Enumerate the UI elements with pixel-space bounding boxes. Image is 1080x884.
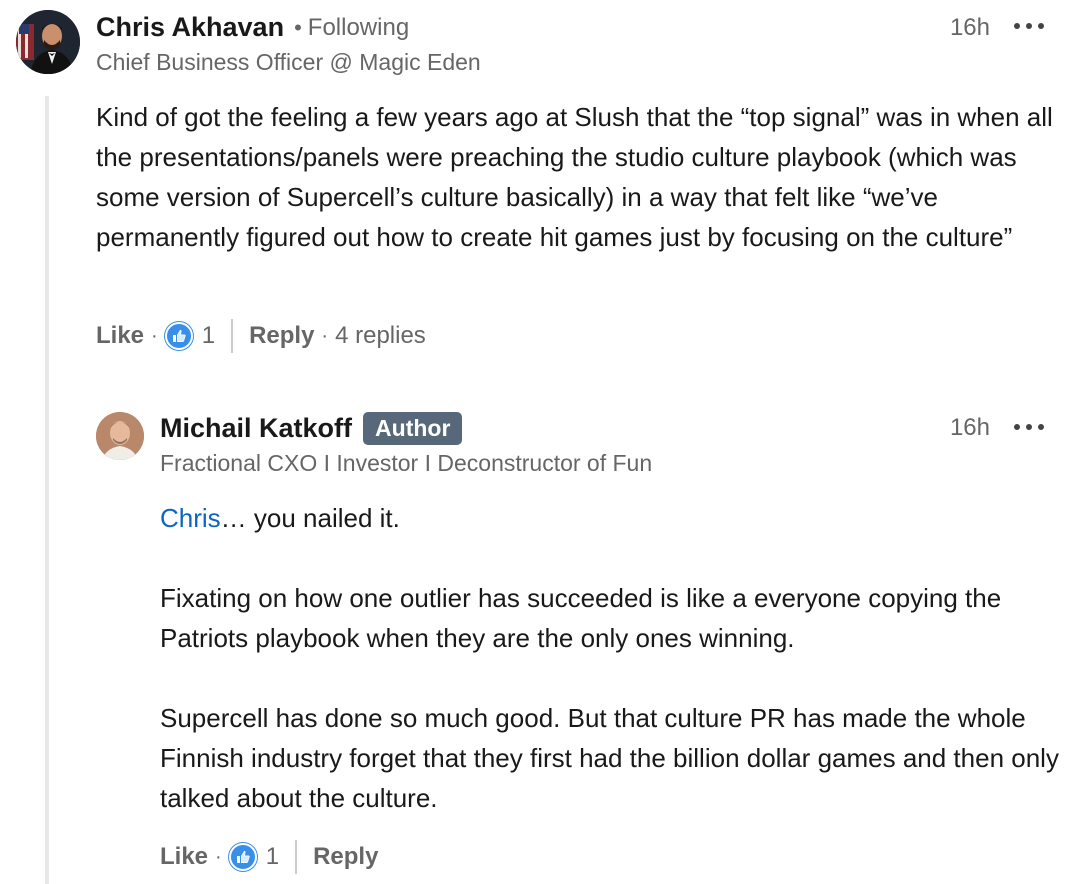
author-row: Michail Katkoff Author — [160, 412, 463, 446]
comment-text: Chris… you nailed it. Fixating on how on… — [160, 498, 1060, 818]
thumbs-up-icon[interactable] — [228, 843, 257, 871]
author-row: Chris Akhavan • Following — [96, 12, 409, 43]
reaction-count[interactable]: 1 — [202, 322, 215, 350]
comment-paragraph: Supercell has done so much good. But tha… — [160, 703, 1059, 813]
comment-actions: Like · 1 Reply — [160, 840, 378, 874]
reaction-count[interactable]: 1 — [266, 843, 279, 871]
like-button[interactable]: Like — [160, 843, 208, 871]
comment-thread: Chris Akhavan • Following Chief Business… — [0, 0, 1080, 884]
comment-paragraph: Fixating on how one outlier has succeede… — [160, 583, 1002, 653]
avatar[interactable] — [16, 10, 80, 74]
divider — [295, 840, 298, 874]
dot — [1038, 424, 1044, 430]
more-options-icon[interactable] — [1014, 422, 1044, 432]
reply-button[interactable]: Reply — [313, 843, 378, 871]
dot — [1026, 424, 1032, 430]
dot — [1026, 23, 1032, 29]
author-name[interactable]: Michail Katkoff — [160, 413, 352, 444]
avatar[interactable] — [96, 412, 144, 460]
thread-line — [45, 96, 49, 884]
reply-button[interactable]: Reply — [249, 322, 314, 350]
comment-text: Kind of got the feeling a few years ago … — [96, 97, 1071, 257]
author-headline: Chief Business Officer @ Magic Eden — [96, 49, 481, 75]
comment-timestamp: 16h — [949, 414, 990, 441]
comment-paragraph: Kind of got the feeling a few years ago … — [96, 102, 1053, 252]
separator-dot: · — [215, 845, 222, 868]
author-name[interactable]: Chris Akhavan — [96, 12, 284, 43]
dot — [1038, 23, 1044, 29]
dot — [1014, 424, 1020, 430]
author-badge: Author — [363, 412, 463, 446]
separator-dot: · — [151, 324, 158, 347]
dot — [1014, 23, 1020, 29]
author-headline: Fractional CXO I Investor I Deconstructo… — [160, 450, 653, 476]
thumbs-up-icon[interactable] — [164, 322, 193, 350]
more-options-icon[interactable] — [1014, 21, 1044, 31]
like-button[interactable]: Like — [96, 322, 144, 350]
following-status: Following — [307, 13, 410, 41]
comment-paragraph: Chris… you nailed it. — [160, 498, 1060, 538]
divider — [231, 319, 234, 353]
separator-dot: · — [321, 324, 329, 347]
comment-actions: Like · 1 Reply · 4 replies — [96, 319, 426, 353]
mention-tail: … you nailed it. — [220, 503, 400, 533]
comment-timestamp: 16h — [949, 14, 990, 41]
mention-link[interactable]: Chris — [160, 503, 221, 533]
replies-count[interactable]: 4 replies — [335, 322, 426, 350]
separator-dot: • — [294, 14, 302, 40]
